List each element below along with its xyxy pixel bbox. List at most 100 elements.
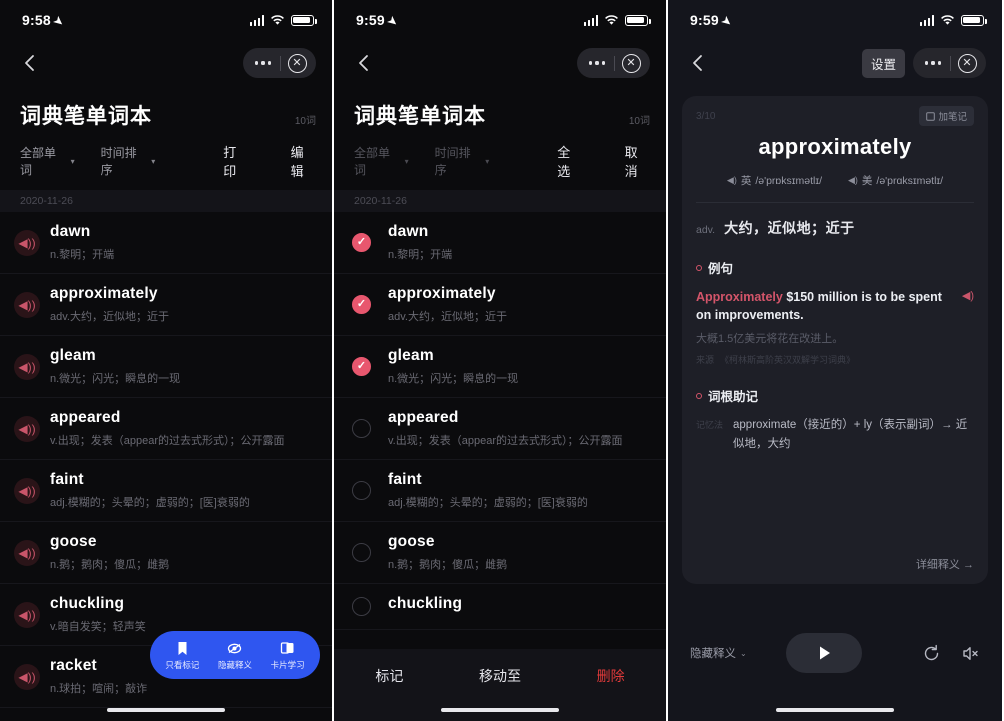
more-dots-icon[interactable]: [246, 61, 280, 65]
word-headword: chuckling: [388, 595, 463, 612]
filter-row: 全部单词 ▾ 时间排序 ▾ 打印 编辑: [0, 130, 332, 190]
list-item[interactable]: ◀)) approximately adv.大约，近似地；近于: [0, 274, 332, 336]
flashcard-study-button[interactable]: 卡片学习: [271, 640, 305, 671]
hide-definition-label: 隐藏释义: [690, 648, 736, 660]
edit-button[interactable]: 编辑: [291, 142, 316, 180]
speaker-mute-icon: [963, 646, 978, 660]
word-headword: faint: [50, 471, 84, 488]
status-bar: 9:59➤: [668, 0, 1002, 40]
more-dots-icon[interactable]: [580, 61, 614, 65]
close-circle-icon[interactable]: ✕: [281, 53, 313, 73]
page-title: 词典笔单词本: [20, 105, 152, 128]
nav-bar: ✕: [334, 40, 666, 86]
status-bar: 9:59➤: [334, 0, 666, 40]
cancel-button[interactable]: 取消: [625, 142, 650, 180]
speaker-icon[interactable]: ◀)): [14, 663, 40, 690]
mute-button[interactable]: [961, 644, 980, 663]
word-headword: approximately: [50, 285, 158, 302]
speaker-icon[interactable]: ◀)): [14, 229, 40, 256]
chevron-left-icon[interactable]: [20, 53, 40, 73]
table-row[interactable]: goose n.鹅；鹅肉；傻瓜；雌鹅: [334, 522, 666, 584]
word-definition: v.出现；发表（appear的过去式形式）；公开露面: [50, 435, 285, 447]
word-text-block: chuckling v.暗自发笑；轻声笑: [50, 595, 146, 634]
list-item[interactable]: ◀)) faint adj.模糊的；头晕的；虚弱的；[医]衰弱的: [0, 460, 332, 522]
close-circle-icon[interactable]: ✕: [951, 53, 983, 73]
more-dots-icon[interactable]: [916, 61, 950, 65]
row-checkbox[interactable]: [352, 233, 371, 252]
only-marked-button[interactable]: 只看标记: [165, 640, 199, 671]
word-definition: n.微光；闪光；瞬息的一现: [50, 373, 181, 385]
speaker-icon[interactable]: ◀)): [14, 539, 40, 566]
row-checkbox[interactable]: [352, 357, 371, 376]
speaker-icon[interactable]: ◀)): [14, 353, 40, 380]
word-definition: n.球拍；喧闹；敲诈: [50, 683, 148, 695]
delete-button[interactable]: 删除: [555, 666, 666, 686]
refresh-button[interactable]: [922, 644, 941, 663]
hide-definition-button[interactable]: 隐藏释义: [218, 640, 252, 671]
row-checkbox[interactable]: [352, 419, 371, 438]
speaker-icon[interactable]: ◀): [727, 175, 737, 186]
card-divider: [696, 202, 974, 203]
table-row[interactable]: chuckling: [334, 584, 666, 630]
filter-sort-time-label: 时间排序: [434, 146, 471, 177]
filter-all-words[interactable]: 全部单词 ▾: [20, 144, 75, 178]
word-text-block: dawn n.黎明；开端: [50, 223, 114, 262]
word-headword: gleam: [388, 347, 434, 364]
word-text-block: faint adj.模糊的；头晕的；虚弱的；[医]衰弱的: [50, 471, 250, 510]
hide-definition-toggle[interactable]: 隐藏释义 ⌄: [690, 645, 747, 661]
list-item[interactable]: ◀)) gleam n.微光；闪光；瞬息的一现: [0, 336, 332, 398]
list-item[interactable]: ◀)) appeared v.出现；发表（appear的过去式形式）；公开露面: [0, 398, 332, 460]
table-row[interactable]: approximately adv.大约，近似地；近于: [334, 274, 666, 336]
dictionary-card: 3/10 加笔记 approximately ◀) 英 /ə'prɒksɪmət…: [682, 96, 988, 584]
phonetic-uk[interactable]: ◀) 英 /ə'prɒksɪmətlɪ/: [727, 173, 822, 188]
example-speaker-icon[interactable]: ◀): [962, 289, 974, 302]
filter-row: 全部单词 ▾ 时间排序 ▾ 全选 取消: [334, 130, 666, 190]
settings-button[interactable]: 设置: [861, 48, 905, 78]
add-note-button[interactable]: 加笔记: [919, 106, 974, 126]
date-group-header: 2020-11-26: [0, 190, 332, 212]
hide-definition-label: 隐藏释义: [217, 659, 252, 670]
wifi-icon: [940, 14, 955, 26]
phonetic-us[interactable]: ◀) 美 /ə'prɑksɪmətlɪ/: [848, 173, 943, 188]
mark-button[interactable]: 标记: [334, 666, 445, 686]
status-time: 9:58: [22, 12, 51, 28]
example-sentence-en: Approximately $150 million is to be spen…: [696, 288, 952, 324]
play-button[interactable]: [786, 633, 863, 673]
speaker-icon[interactable]: ◀)): [14, 415, 40, 442]
list-item[interactable]: ◀)) goose n.鹅；鹅肉；傻瓜；雌鹅: [0, 522, 332, 584]
bookmark-icon: [178, 641, 187, 655]
row-checkbox[interactable]: [352, 543, 371, 562]
row-checkbox[interactable]: [352, 295, 371, 314]
detailed-definition-link[interactable]: 详细释义 →: [916, 556, 974, 572]
status-bar: 9:58➤: [0, 0, 332, 40]
table-row[interactable]: faint adj.模糊的；头晕的；虚弱的；[医]衰弱的: [334, 460, 666, 522]
table-row[interactable]: appeared v.出现；发表（appear的过去式形式）；公开露面: [334, 398, 666, 460]
speaker-icon[interactable]: ◀)): [14, 477, 40, 504]
word-definition: adv.大约，近似地；近于: [50, 311, 169, 323]
row-checkbox[interactable]: [352, 597, 371, 616]
panel-wordbook-select-mode: 9:59➤ ✕ 词典笔单词本 10词 全部单词 ▾ 时间排序 ▾ 全选 取消 2…: [334, 0, 668, 721]
chevron-left-icon[interactable]: [688, 53, 708, 73]
page-title: 词典笔单词本: [354, 105, 486, 128]
chevron-left-icon[interactable]: [354, 53, 374, 73]
cellular-signal-icon: [919, 14, 934, 26]
move-to-button[interactable]: 移动至: [445, 666, 556, 686]
select-all-button[interactable]: 全选: [557, 142, 582, 180]
print-button[interactable]: 打印: [223, 142, 248, 180]
card-top-row: 3/10 加笔记: [696, 106, 974, 126]
word-definition: v.暗自发笑；轻声笑: [50, 621, 146, 633]
table-row[interactable]: gleam n.微光；闪光；瞬息的一现: [334, 336, 666, 398]
speaker-icon[interactable]: ◀)): [14, 291, 40, 318]
speaker-icon[interactable]: ◀)): [14, 601, 40, 628]
row-checkbox[interactable]: [352, 481, 371, 500]
word-headword: dawn: [388, 223, 429, 240]
close-circle-icon[interactable]: ✕: [615, 53, 647, 73]
play-icon: [820, 646, 831, 660]
speaker-icon[interactable]: ◀): [848, 175, 858, 186]
battery-full-icon: [291, 14, 317, 26]
word-headword: appeared: [50, 409, 121, 426]
phonetic-us-ipa: /ə'prɑksɪmətlɪ/: [876, 174, 944, 187]
filter-sort-time[interactable]: 时间排序 ▾: [101, 144, 156, 178]
table-row[interactable]: dawn n.黎明；开端: [334, 212, 666, 274]
list-item[interactable]: ◀)) dawn n.黎明；开端: [0, 212, 332, 274]
